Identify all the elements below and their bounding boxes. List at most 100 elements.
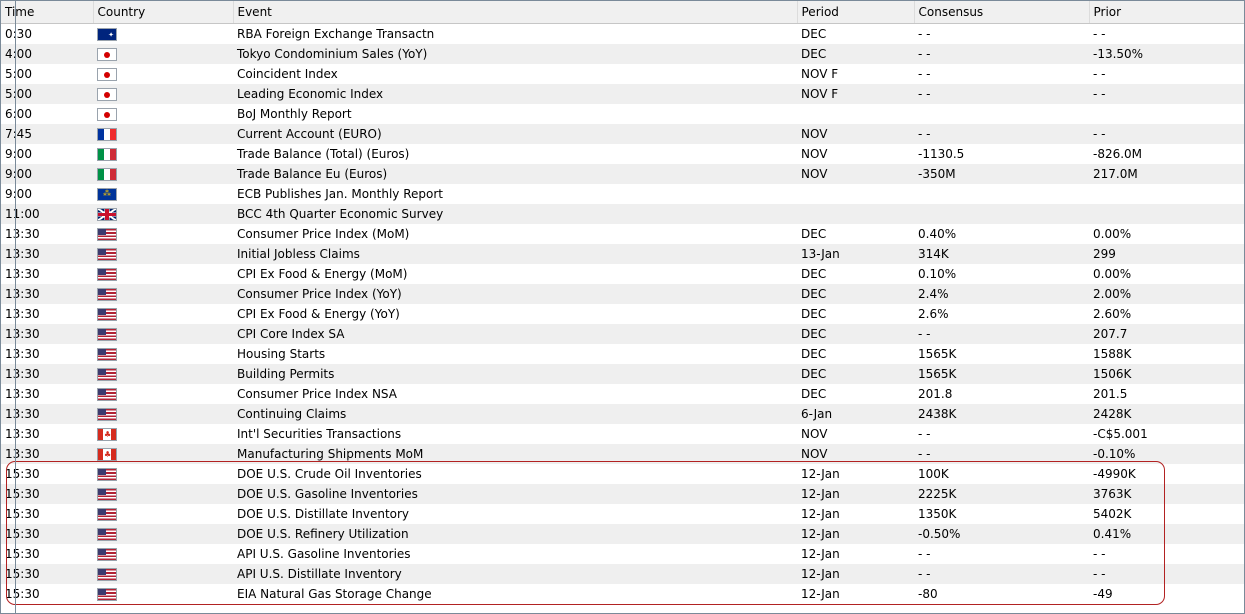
table-row[interactable]: 15:30 API U.S. Distillate Inventory 12-Jan… <box>1 564 1244 584</box>
us-flag-icon <box>97 568 117 581</box>
country-cell <box>93 424 233 444</box>
column-header-period[interactable]: Period <box>797 1 915 24</box>
canada-flag-icon <box>97 448 117 461</box>
consensus-cell: -1130.5 <box>914 144 1089 164</box>
table-row[interactable]: 11:00 BCC 4th Quarter Economic Survey <box>1 204 1244 224</box>
country-cell <box>93 284 233 304</box>
country-cell <box>93 584 233 604</box>
table-row[interactable]: 5:00 Leading Economic Index NOV F- -- - <box>1 84 1244 104</box>
australia-flag-icon <box>97 28 117 41</box>
prior-cell: 0.00% <box>1089 264 1244 284</box>
column-header-prior[interactable]: Prior <box>1089 1 1244 24</box>
table-row[interactable]: 13:30 Consumer Price Index (YoY) DEC 2.4% 2.… <box>1 284 1244 304</box>
table-row[interactable]: 15:30 API U.S. Gasoline Inventories 12-Jan… <box>1 544 1244 564</box>
prior-cell: 2428K <box>1089 404 1244 424</box>
prior-cell: -13.50% <box>1089 44 1244 64</box>
event-cell: Consumer Price Index (MoM) <box>233 224 797 244</box>
period-cell: DEC <box>797 284 914 304</box>
period-cell: NOV F <box>797 64 914 84</box>
event-cell: DOE U.S. Crude Oil Inventories <box>233 464 797 484</box>
column-header-event[interactable]: Event <box>233 1 798 24</box>
period-cell <box>797 184 914 204</box>
consensus-cell: - - <box>914 124 1089 144</box>
event-cell: Int'l Securities Transactions <box>233 424 797 444</box>
consensus-cell: 2.4% <box>914 284 1089 304</box>
table-row[interactable]: 7:45 Current Account (EURO) NOV - -- - <box>1 124 1244 144</box>
table-row[interactable]: 13:30 Housing Starts DEC 1565K 1588K <box>1 344 1244 364</box>
period-cell: DEC <box>797 324 914 344</box>
prior-cell <box>1089 104 1244 124</box>
table-row[interactable]: 9:00ECB Publishes Jan. Monthly Report <box>1 184 1244 204</box>
table-row[interactable]: 15:30 DOE U.S. Gasoline Inventories 12-Jan… <box>1 484 1244 504</box>
period-cell: NOV <box>797 124 914 144</box>
country-cell <box>93 484 233 504</box>
table-row[interactable]: 9:00 Trade Balance (Total) (Euros) NOV -113… <box>1 144 1244 164</box>
table-row[interactable]: 0:30RBA Foreign Exchange TransactnDEC- -… <box>1 23 1244 44</box>
table-row[interactable]: 15:30 DOE U.S. Refinery Utilization 12-Jan… <box>1 524 1244 544</box>
event-cell: Leading Economic Index <box>233 84 797 104</box>
table-row[interactable]: 13:30 Consumer Price Index NSA DEC 201.8 201… <box>1 384 1244 404</box>
consensus-cell <box>914 184 1089 204</box>
period-cell: DEC <box>797 384 914 404</box>
prior-cell: - - <box>1089 544 1244 564</box>
table-row[interactable]: 15:30 DOE U.S. Crude Oil Inventories 12-Ja… <box>1 464 1244 484</box>
prior-cell: -4990K <box>1089 464 1244 484</box>
event-cell: BoJ Monthly Report <box>233 104 797 124</box>
consensus-cell: - - <box>914 44 1089 64</box>
us-flag-icon <box>97 288 117 301</box>
table-row[interactable]: 6:00 BoJ Monthly Report <box>1 104 1244 124</box>
table-row[interactable]: 13:30 Continuing Claims 6-Jan 2438K 2428K <box>1 404 1244 424</box>
consensus-cell: 314K <box>914 244 1089 264</box>
country-cell <box>93 84 233 104</box>
period-cell: DEC <box>797 364 914 384</box>
period-cell: 12-Jan <box>797 524 914 544</box>
consensus-cell <box>914 204 1089 224</box>
table-row[interactable]: 13:30 CPI Core Index SA DEC - -207.7 <box>1 324 1244 344</box>
event-cell: Initial Jobless Claims <box>233 244 797 264</box>
consensus-cell: 201.8 <box>914 384 1089 404</box>
column-header-country[interactable]: Country <box>93 1 234 24</box>
event-cell: Current Account (EURO) <box>233 124 797 144</box>
table-row[interactable]: 13:30 Initial Jobless Claims 13-Jan 314K 299 <box>1 244 1244 264</box>
consensus-cell: -80 <box>914 584 1089 604</box>
prior-cell: 201.5 <box>1089 384 1244 404</box>
consensus-cell: 0.40% <box>914 224 1089 244</box>
table-row[interactable]: 13:30 Building Permits DEC 1565K 1506K <box>1 364 1244 384</box>
row-header-divider <box>15 0 16 614</box>
table-row[interactable]: 13:30 CPI Ex Food & Energy (YoY) DEC 2.6% 2.… <box>1 304 1244 324</box>
table-row[interactable]: 15:30 EIA Natural Gas Storage Change 12-Ja… <box>1 584 1244 604</box>
consensus-cell: - - <box>914 424 1089 444</box>
period-cell <box>797 204 914 224</box>
period-cell: DEC <box>797 44 914 64</box>
table-row[interactable]: 13:30 Consumer Price Index (MoM) DEC 0.40% 0… <box>1 224 1244 244</box>
table-row[interactable]: 15:30 DOE U.S. Distillate Inventory 12-Jan… <box>1 504 1244 524</box>
canada-flag-icon <box>97 428 117 441</box>
period-cell: 12-Jan <box>797 464 914 484</box>
table-row[interactable]: 4:00 Tokyo Condominium Sales (YoY) DEC - --… <box>1 44 1244 64</box>
column-header-consensus[interactable]: Consensus <box>914 1 1090 24</box>
event-cell: CPI Ex Food & Energy (YoY) <box>233 304 797 324</box>
japan-flag-icon <box>97 68 117 81</box>
event-cell: Building Permits <box>233 364 797 384</box>
table-row[interactable]: 5:00 Coincident Index NOV F- -- - <box>1 64 1244 84</box>
country-cell <box>93 44 233 64</box>
country-cell <box>93 304 233 324</box>
table-row[interactable]: 9:00 Trade Balance Eu (Euros) NOV -350M 217.… <box>1 164 1244 184</box>
economic-calendar-grid: Time Country Event Period Consensus Prio… <box>0 0 1245 614</box>
country-cell <box>93 264 233 284</box>
consensus-cell: 2.6% <box>914 304 1089 324</box>
country-cell <box>93 224 233 244</box>
table-row[interactable]: 13:30Int'l Securities TransactionsNOV- -… <box>1 424 1244 444</box>
period-cell: 12-Jan <box>797 504 914 524</box>
country-cell <box>93 164 233 184</box>
period-cell: NOV <box>797 444 914 464</box>
table-row[interactable]: 13:30 CPI Ex Food & Energy (MoM) DEC 0.10% 0… <box>1 264 1244 284</box>
event-cell: EIA Natural Gas Storage Change <box>233 584 797 604</box>
table-row[interactable]: 13:30Manufacturing Shipments MoMNOV- --0… <box>1 444 1244 464</box>
period-cell: NOV F <box>797 84 914 104</box>
us-flag-icon <box>97 508 117 521</box>
us-flag-icon <box>97 328 117 341</box>
event-cell: API U.S. Gasoline Inventories <box>233 544 797 564</box>
period-cell: NOV <box>797 164 914 184</box>
prior-cell: 0.00% <box>1089 224 1244 244</box>
